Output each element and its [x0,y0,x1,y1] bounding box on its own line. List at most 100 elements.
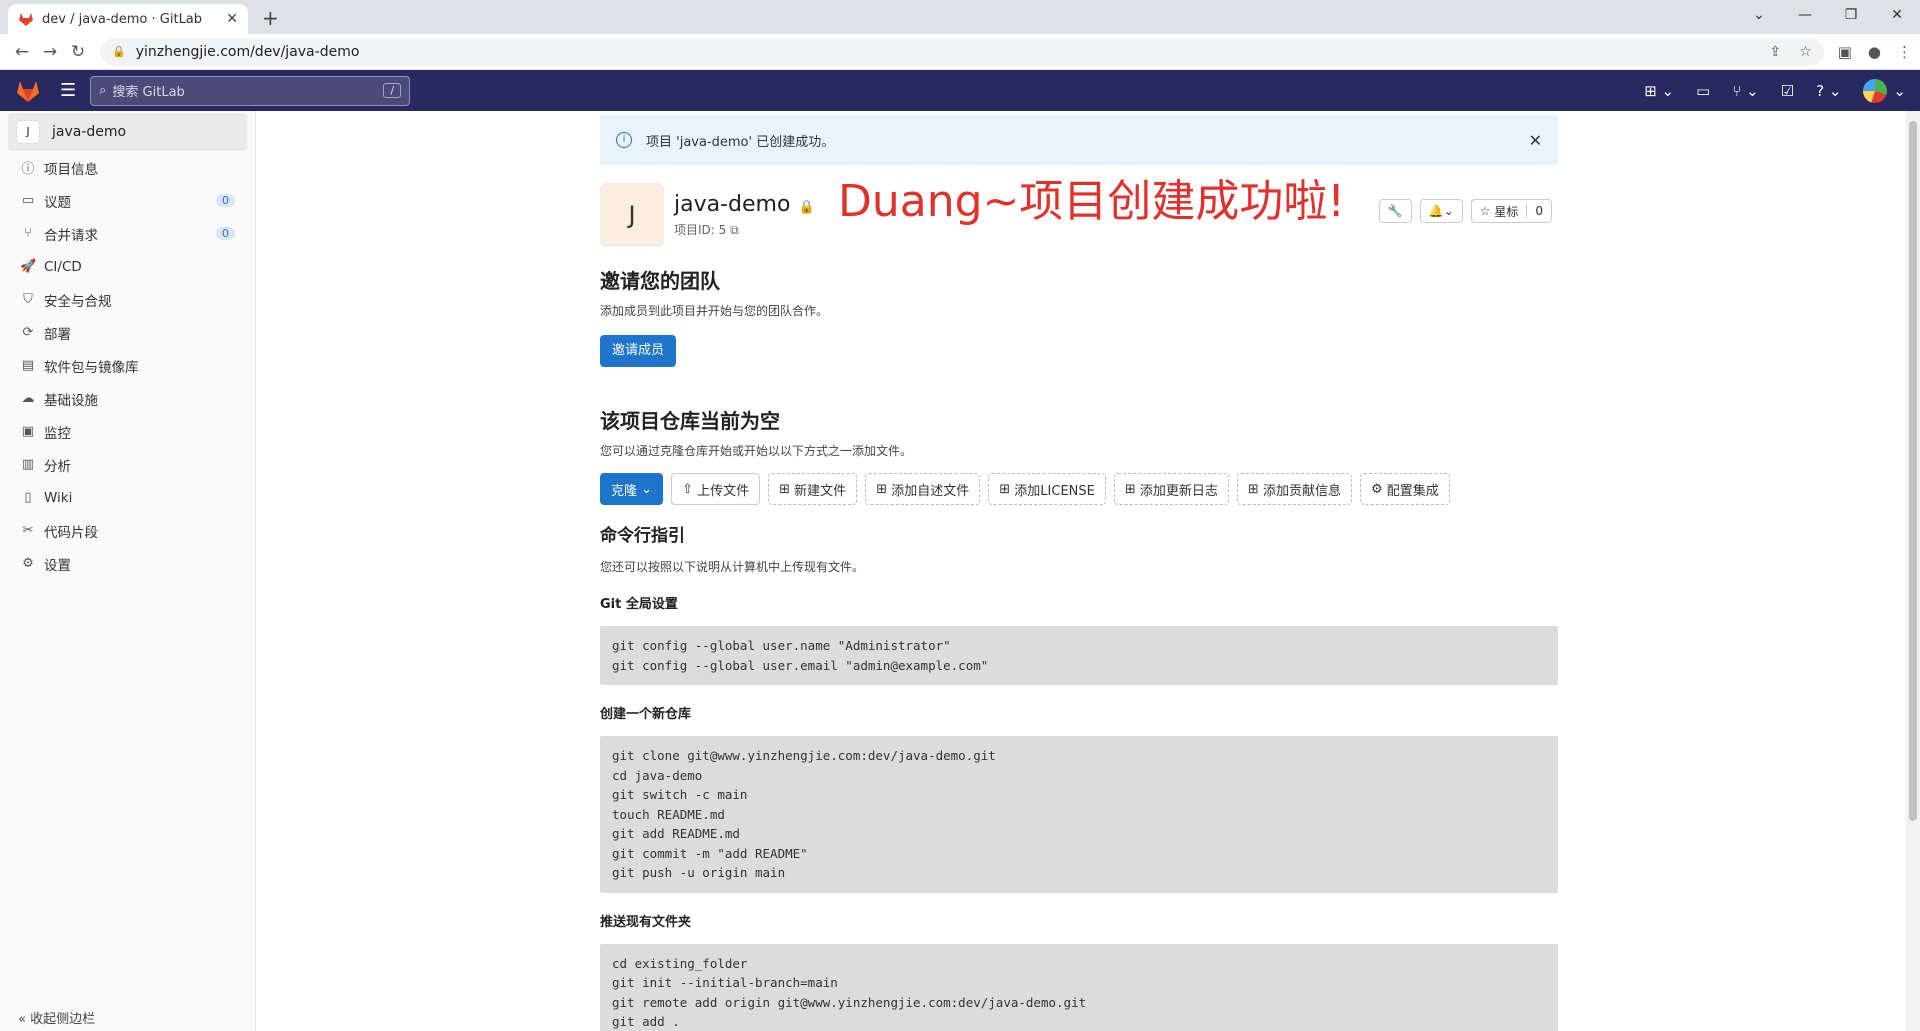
copy-icon[interactable]: ⧉ [730,223,739,237]
sidebar-item-label: 安全与合规 [44,293,112,310]
sidebar-item[interactable]: ⚙ 设置 [0,547,255,580]
close-tab-icon[interactable]: ✕ [226,11,238,27]
scrollbar-thumb[interactable] [1909,121,1917,821]
settings-wrench-button[interactable]: 🔧 [1378,199,1412,223]
plus-icon: ⊞ [1124,481,1136,497]
reload-icon[interactable]: ↻ [64,42,92,62]
minimize-icon[interactable]: — [1782,0,1828,30]
collapse-sidebar-button[interactable]: « 收起侧边栏 [18,1008,95,1027]
upload-file-button[interactable]: ⇧ 上传文件 [671,473,761,505]
sidebar-item-label: Wiki [44,489,73,506]
new-tab-icon[interactable]: + [262,6,279,30]
gitlab-favicon-icon [19,13,33,26]
bookmark-star-icon[interactable]: ☆ [1799,44,1812,60]
main-content: i 项目 'java-demo' 已创建成功。 ✕ J java-demo 🔒 项… [256,111,1920,1031]
configure-integration-button[interactable]: ⚙ 配置集成 [1359,473,1450,505]
wrench-icon: 🔧 [1387,204,1403,218]
sidebar-item[interactable]: ▯ Wiki [0,481,255,514]
forward-icon[interactable]: → [36,42,64,62]
double-chevron-left-icon: « [18,1012,26,1027]
sidebar: J java-demo ⓘ 项目信息 ▭ 议题 0 ⑂ 合并请求 0 🚀 CI/CD ⛉ 安全与合规 ⟳… [0,111,256,1031]
window-controls: ⌄ — ❐ ✕ [1736,0,1920,30]
add-license-button[interactable]: ⊞ 添加LICENSE [988,473,1106,505]
help-icon[interactable]: ? ⌄ [1816,82,1841,100]
back-icon[interactable]: ← [8,42,36,62]
url-field[interactable]: 🔒 yinzhengjie.com/dev/java-demo ⇪ ☆ [100,37,1824,66]
project-id: 项目ID: 5 [674,223,727,237]
star-count[interactable]: 0 [1526,204,1543,218]
sidebar-item[interactable]: ⑂ 合并请求 0 [0,217,255,250]
book-icon: ▯ [24,490,32,505]
gear-icon: ⚙ [1370,481,1383,497]
sidebar-item[interactable]: ▭ 议题 0 [0,184,255,217]
restore-icon[interactable]: ❐ [1828,0,1874,30]
gitlab-logo-icon[interactable] [14,77,42,105]
chart-icon: ▥ [21,457,35,472]
plus-icon: ⊞ [1247,481,1259,497]
profile-icon[interactable]: ● [1868,43,1881,61]
monitor-icon: ▣ [21,424,35,439]
info-icon: ⓘ [21,162,35,177]
close-window-icon[interactable]: ✕ [1874,0,1920,30]
project-avatar-large: J [600,183,664,247]
todo-icon[interactable]: ☑ [1781,82,1794,100]
sidebar-item-label: CI/CD [44,258,82,275]
search-input[interactable]: ⌕ 搜索 GitLab / [90,75,411,106]
browser-menu-icon[interactable]: ⋮ [1897,43,1912,61]
sidebar-item-label: 部署 [44,326,71,343]
page-scrollbar[interactable] [1906,111,1920,1031]
chevron-down-icon: ⌄ [641,481,653,497]
sidebar-item[interactable]: ▥ 分析 [0,448,255,481]
star-icon: ☆ [1479,204,1491,218]
add-readme-button[interactable]: ⊞ 添加自述文件 [865,473,981,505]
search-icon: ⌕ [99,83,107,98]
browser-tab[interactable]: dev / java-demo · GitLab ✕ [8,4,248,34]
share-icon[interactable]: ⇪ [1769,44,1781,60]
merge-requests-icon[interactable]: ⑂ ⌄ [1732,82,1758,100]
close-alert-icon[interactable]: ✕ [1529,131,1542,150]
sidebar-item[interactable]: 🚀 CI/CD [0,250,255,283]
star-button[interactable]: ☆ 星标 0 [1470,199,1552,223]
sidebar-item[interactable]: ☁ 基础设施 [0,382,255,415]
chevron-down-icon[interactable]: ⌄ [1893,82,1906,100]
add-readme-label: 添加自述文件 [891,483,970,499]
tab-search-icon[interactable]: ⌄ [1736,0,1782,30]
menu-icon[interactable]: ☰ [60,80,76,101]
user-avatar[interactable] [1863,78,1888,103]
sidebar-item[interactable]: ▤ 软件包与镜像库 [0,349,255,382]
sidebar-project-header[interactable]: J java-demo [8,113,247,151]
invite-members-button[interactable]: 邀请成员 [600,335,677,367]
issues-icon: ▭ [21,193,35,208]
lock-icon[interactable]: 🔒 [112,45,126,58]
gear-icon: ⚙ [22,556,34,571]
empty-repo-actions: 克隆 ⌄ ⇧ 上传文件 ⊞ 新建文件 ⊞ 添加自述文件 ⊞ 添加LICENSE … [600,473,1558,505]
sidebar-item[interactable]: ⛉ 安全与合规 [0,283,255,316]
sidebar-item[interactable]: ✂ 代码片段 [0,514,255,547]
new-file-button[interactable]: ⊞ 新建文件 [768,473,858,505]
git-global-code: git config --global user.name "Administr… [600,626,1558,685]
issues-icon[interactable]: ▭ [1696,82,1710,100]
side-panel-icon[interactable]: ▣ [1838,43,1852,61]
sidebar-item-label: 基础设施 [44,392,98,409]
sidebar-item[interactable]: ⓘ 项目信息 [0,151,255,184]
search-shortcut: / [383,83,402,98]
chevron-down-icon: ⌄ [1443,204,1454,218]
new-repo-label: 创建一个新仓库 [600,707,692,722]
deploy-icon: ⟳ [22,325,34,340]
sidebar-item-label: 项目信息 [44,161,98,178]
add-contributing-button[interactable]: ⊞ 添加贡献信息 [1236,473,1352,505]
sidebar-item[interactable]: ⟳ 部署 [0,316,255,349]
clone-button[interactable]: 克隆 ⌄ [600,473,664,505]
new-file-label: 新建文件 [794,483,847,499]
new-repo-code: git clone git@www.yinzhengjie.com:dev/ja… [600,736,1558,893]
create-new-icon[interactable]: ⊞ ⌄ [1644,82,1674,100]
rocket-icon: 🚀 [20,259,37,274]
success-alert: i 项目 'java-demo' 已创建成功。 ✕ [600,115,1558,165]
sidebar-item[interactable]: ▣ 监控 [0,415,255,448]
cli-title: 命令行指引 [600,526,685,546]
shield-icon: ⛉ [23,292,33,307]
sidebar-project-name: java-demo [52,124,127,140]
add-changelog-button[interactable]: ⊞ 添加更新日志 [1113,473,1229,505]
notification-button[interactable]: 🔔 ⌄ [1419,199,1463,223]
collapse-sidebar-label: 收起侧边栏 [30,1012,96,1027]
